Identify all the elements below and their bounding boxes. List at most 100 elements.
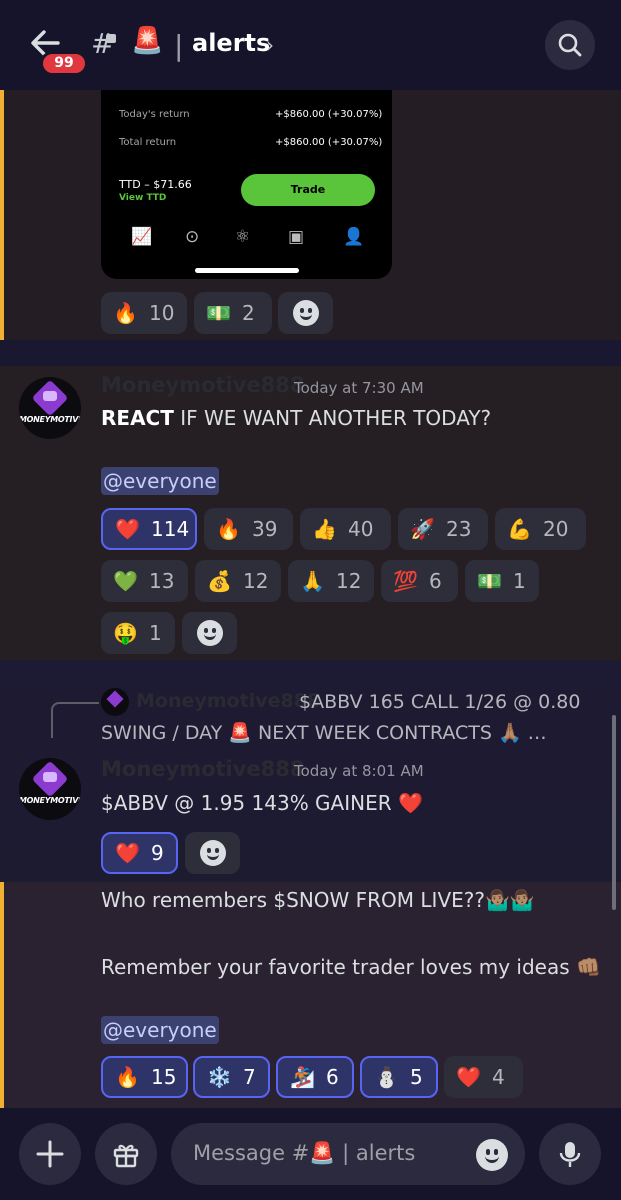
- reaction-money-bag[interactable]: 💰 12: [195, 560, 281, 602]
- trade-button: Trade: [241, 174, 375, 206]
- reaction-dollar-bill[interactable]: 💵 1: [465, 560, 539, 602]
- reaction-money[interactable]: 💵 2: [194, 292, 272, 334]
- reply-author[interactable]: Moneymotive888: [136, 690, 320, 712]
- reaction-emoji: 💵: [206, 301, 231, 325]
- reaction-count: 12: [336, 569, 362, 593]
- avatar[interactable]: MONEYMOTIVE: [19, 758, 81, 820]
- reaction-count: 23: [446, 517, 472, 541]
- reaction-folded-hands[interactable]: 🙏 12: [288, 560, 374, 602]
- reply-preview-line2[interactable]: SWING / DAY 🚨 NEXT WEEK CONTRACTS 🙏🏽 …: [101, 721, 547, 744]
- total-return-value: +$860.00 (+30.07%): [275, 137, 383, 148]
- chevron-right-icon[interactable]: ›: [266, 33, 274, 57]
- add-reaction-button[interactable]: [182, 612, 237, 654]
- smiley-add-icon: [196, 620, 223, 646]
- reaction-fire[interactable]: 🔥 15: [101, 1056, 188, 1098]
- message-author[interactable]: Moneymotive888: [101, 373, 305, 397]
- reaction-emoji: ❄️: [207, 1065, 232, 1089]
- reaction-count: 10: [149, 301, 175, 325]
- reaction-emoji: 🚀: [410, 517, 435, 541]
- reaction-fire[interactable]: 🔥 10: [101, 292, 187, 334]
- reaction-thumbs-up[interactable]: 👍 40: [300, 508, 391, 550]
- message: MONEYMOTIVE Moneymotive888 Today at 7:30…: [0, 366, 621, 660]
- message-input[interactable]: Message #🚨 | alerts: [171, 1123, 525, 1185]
- message-timestamp: Today at 8:01 AM: [294, 762, 424, 780]
- everyone-mention[interactable]: @everyone: [101, 1016, 219, 1044]
- reaction-emoji: 🔥: [113, 301, 138, 325]
- everyone-mention[interactable]: @everyone: [101, 467, 219, 495]
- reaction-heart[interactable]: ❤️ 4: [444, 1056, 523, 1098]
- search-icon: [558, 33, 582, 57]
- reaction-count: 1: [513, 569, 526, 593]
- todays-return-value: +$860.00 (+30.07%): [275, 109, 383, 120]
- channel-header: 99 # 🚨 | alerts ›: [0, 0, 621, 90]
- reaction-count: 9: [151, 841, 164, 865]
- reaction-snowflake[interactable]: ❄️ 7: [193, 1056, 270, 1098]
- reaction-snowboarder[interactable]: 🏂 6: [276, 1056, 354, 1098]
- unread-badge: 99: [40, 51, 88, 76]
- reaction-flexed-biceps[interactable]: 💪 20: [495, 508, 586, 550]
- reaction-count: 4: [492, 1065, 505, 1089]
- message-gap: [0, 340, 621, 366]
- reaction-count: 114: [151, 517, 190, 541]
- reaction-hundred[interactable]: 💯 6: [381, 560, 458, 602]
- reaction-emoji: 🔥: [115, 1065, 140, 1089]
- emoji-picker-icon[interactable]: [476, 1139, 508, 1171]
- channel-emoji: 🚨: [131, 26, 164, 56]
- composer-bar: Message #🚨 | alerts: [0, 1108, 621, 1200]
- add-reaction-button[interactable]: [278, 292, 333, 334]
- reaction-count: 6: [429, 569, 442, 593]
- ticker-price: TTD – $71.66: [119, 178, 192, 191]
- message-text: Who remembers $SNOW FROM LIVE??🤷🏽‍♂️🤷🏽‍♂…: [101, 888, 535, 912]
- microphone-icon: [559, 1142, 581, 1167]
- network-icon: ⚛: [235, 227, 251, 247]
- avatar[interactable]: MONEYMOTIVE: [19, 377, 81, 439]
- cash-icon: ▣: [288, 227, 305, 247]
- reaction-count: 13: [149, 569, 175, 593]
- reaction-count: 5: [410, 1065, 423, 1089]
- reaction-count: 39: [252, 517, 278, 541]
- gift-button[interactable]: [95, 1123, 157, 1185]
- reaction-count: 40: [348, 517, 374, 541]
- compass-icon: ⊙: [185, 227, 200, 247]
- add-attachment-button[interactable]: [19, 1123, 81, 1185]
- reaction-emoji: ❤️: [456, 1065, 481, 1089]
- reaction-emoji: 🔥: [216, 517, 241, 541]
- voice-message-button[interactable]: [539, 1123, 601, 1185]
- channel-title[interactable]: alerts: [192, 29, 270, 57]
- reply-preview[interactable]: $ABBV 165 CALL 1/26 @ 0.80: [299, 691, 580, 713]
- reaction-money-face[interactable]: 🤑 1: [101, 612, 175, 654]
- plus-icon: [36, 1140, 64, 1168]
- message-highlighted: Today's return +$860.00 (+30.07%) Total …: [0, 90, 621, 340]
- total-return-label: Total return: [119, 137, 177, 148]
- image-attachment[interactable]: Today's return +$860.00 (+30.07%) Total …: [101, 90, 392, 279]
- search-button[interactable]: [545, 20, 595, 70]
- reaction-snowman[interactable]: ⛄ 5: [360, 1056, 438, 1098]
- message-placeholder: Message #🚨 | alerts: [193, 1141, 416, 1165]
- hash-icon: #: [91, 27, 115, 60]
- profile-icon: 👤: [343, 227, 365, 247]
- chart-icon: 📈: [131, 227, 153, 247]
- add-reaction-button[interactable]: [185, 832, 240, 874]
- reaction-emoji: 💚: [113, 569, 138, 593]
- reaction-count: 2: [242, 301, 255, 325]
- reaction-emoji: 💵: [477, 569, 502, 593]
- scrollbar[interactable]: [612, 715, 616, 910]
- reaction-heart[interactable]: ❤️ 9: [101, 832, 178, 874]
- message-author[interactable]: Moneymotive888: [101, 757, 305, 781]
- reaction-fire[interactable]: 🔥 39: [204, 508, 293, 550]
- message-text: $ABBV @ 1.95 143% GAINER ❤️: [101, 791, 423, 815]
- mention-highlight-bar: [0, 882, 4, 1108]
- reaction-rocket[interactable]: 🚀 23: [398, 508, 488, 550]
- reaction-count: 6: [326, 1065, 339, 1089]
- reaction-green-heart[interactable]: 💚 13: [101, 560, 188, 602]
- message-timestamp: Today at 7:30 AM: [294, 379, 424, 397]
- app-tab-bar: 📈 ⊙ ⚛ ▣ 👤: [101, 227, 392, 251]
- reaction-heart[interactable]: ❤️ 114: [101, 508, 197, 550]
- reaction-emoji: 💪: [507, 517, 532, 541]
- reply-connector: [51, 702, 99, 738]
- reply-avatar: [101, 688, 129, 716]
- smiley-add-icon: [199, 840, 226, 866]
- message-list[interactable]: Today's return +$860.00 (+30.07%) Total …: [0, 90, 621, 1108]
- mention-highlight-bar: [0, 90, 4, 340]
- home-indicator: [195, 268, 299, 273]
